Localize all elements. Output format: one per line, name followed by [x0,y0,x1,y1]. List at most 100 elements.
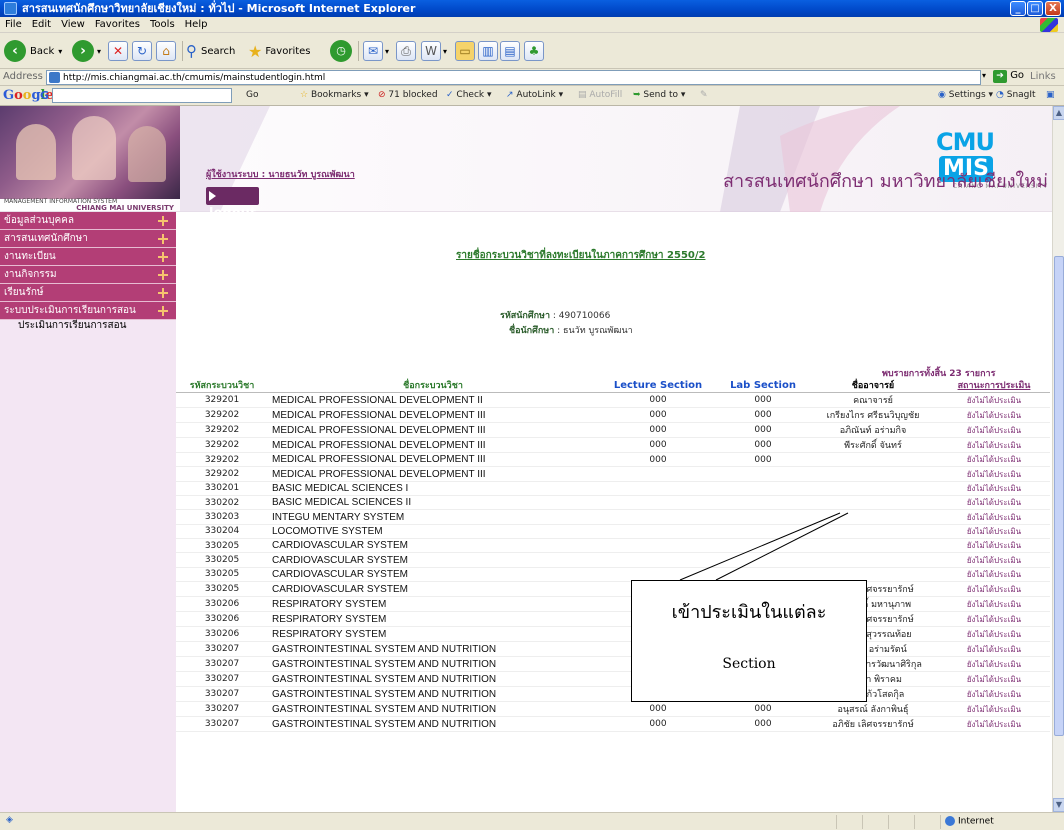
go-button[interactable]: ➔ Go [993,70,1024,83]
course-code-cell: 330206 [176,596,268,613]
scroll-down-icon[interactable]: ▼ [1053,798,1064,812]
popup-blocker-button[interactable]: ⊘ 71 blocked [378,90,438,100]
eval-status-link[interactable]: ยังไม่ได้ประเมิน [938,596,1050,613]
eval-status-link[interactable]: ยังไม่ได้ประเมิน [938,552,1050,568]
eval-status-link[interactable]: ยังไม่ได้ประเมิน [938,641,1050,658]
eval-status-link[interactable]: ยังไม่ได้ประเมิน [938,437,1050,453]
snagit-button[interactable]: ◔ SnagIt [996,90,1036,100]
folder-button[interactable]: ▭ [455,39,475,63]
forward-button[interactable]: › ▾ [72,39,101,63]
sidebar-item-personal[interactable]: ข้อมูลส่วนบุคคล [0,212,176,230]
eval-status-link[interactable]: ยังไม่ได้ประเมิน [938,716,1050,733]
eval-status-link[interactable]: ยังไม่ได้ประเมิน [938,407,1050,423]
capture-icon[interactable]: ▣ [1046,90,1055,100]
vertical-scrollbar[interactable]: ▲ ▼ [1052,106,1064,812]
table-row: 330207 GASTROINTESTINAL SYSTEM AND NUTRIT… [176,716,1050,733]
google-g-icon[interactable]: G [40,89,49,102]
google-bookmarks-button[interactable]: ☆ Bookmarks ▾ [300,90,369,100]
eval-status-link[interactable]: ยังไม่ได้ประเมิน [938,466,1050,482]
minimize-button[interactable]: _ [1010,1,1026,16]
maximize-button[interactable]: □ [1027,1,1043,16]
history-button[interactable]: ◷ [330,39,352,63]
lecture-section-cell: 000 [598,716,718,733]
autofill-button[interactable]: ▤ AutoFill [578,90,622,100]
eval-status-link[interactable]: ยังไม่ได้ประเมิน [938,538,1050,554]
back-button[interactable]: ‹ Back ▾ [4,39,62,63]
eval-status-link[interactable]: ยังไม่ได้ประเมิน [938,686,1050,703]
eval-status-link[interactable]: ยังไม่ได้ประเมิน [938,392,1050,408]
sidebar-item-activities[interactable]: งานกิจกรรม [0,266,176,284]
google-search-input[interactable] [52,88,232,103]
edit-button[interactable]: W ▾ [421,39,447,63]
eval-status-link[interactable]: ยังไม่ได้ประเมิน [938,495,1050,511]
chart-button[interactable]: ▥ [478,39,498,63]
course-name-cell: CARDIOVASCULAR SYSTEM [268,581,598,598]
sidebar-item-registration[interactable]: งานทะเบียน [0,248,176,266]
course-code-cell: 329202 [176,407,268,423]
lecture-section-cell [598,509,718,525]
course-table-body: 329201 MEDICAL PROFESSIONAL DEVELOPMENT I… [176,392,1050,733]
block-icon: ⊘ [378,90,386,100]
course-name-cell: GASTROINTESTINAL SYSTEM AND NUTRITION [268,671,598,688]
scroll-thumb[interactable] [1054,256,1064,736]
send-to-button[interactable]: ➥ Send to ▾ [633,90,685,100]
address-input[interactable] [46,70,981,85]
search-button[interactable]: ⚲ Search [186,39,235,63]
links-button[interactable]: Links [1030,71,1056,82]
stop-button[interactable]: ✕ [108,39,128,63]
course-name-cell: MEDICAL PROFESSIONAL DEVELOPMENT III [268,437,598,453]
teacher-cell: คณาจารย์ [808,392,938,408]
eval-status-link[interactable]: ยังไม่ได้ประเมิน [938,656,1050,673]
print-button[interactable]: ⎙ [396,39,416,63]
research-button[interactable]: ▤ [500,39,520,63]
messenger-button[interactable]: ♣ [524,39,544,63]
scroll-up-icon[interactable]: ▲ [1053,106,1064,120]
mail-button[interactable]: ✉ ▾ [363,39,389,63]
eval-status-link[interactable]: ยังไม่ได้ประเมิน [938,509,1050,525]
site-title: สารสนเทศนักศึกษา มหาวิทยาลัยเชียงใหม่ [723,171,1048,192]
user-name[interactable]: ผู้ใช้งานระบบ : นายธนวัท บูรณพัฒนา [206,167,355,181]
lecture-section-cell: 000 [598,452,718,468]
eval-status-link[interactable]: ยังไม่ได้ประเมิน [938,626,1050,643]
eval-status-link[interactable]: ยังไม่ได้ประเมิน [938,524,1050,540]
menu-help[interactable]: Help [180,17,213,33]
sidebar-item-student-info[interactable]: สารสนเทศนักศึกษา [0,230,176,248]
sidebar-subitem-evaluate[interactable]: ประเมินการเรียนการสอน [0,319,176,333]
menu-favorites[interactable]: Favorites [90,17,145,33]
close-button[interactable]: X [1045,1,1061,16]
eval-status-link[interactable]: ยังไม่ได้ประเมิน [938,581,1050,598]
lab-section-cell: 000 [718,701,808,718]
course-code-cell: 329202 [176,466,268,482]
spell-check-button[interactable]: ✓ Check ▾ [446,90,492,100]
menu-tools[interactable]: Tools [145,17,180,33]
menu-edit[interactable]: Edit [27,17,56,33]
eval-status-link[interactable]: ยังไม่ได้ประเมิน [938,452,1050,468]
logout-button[interactable]: logout [206,187,259,221]
callout-box: เข้าประเมินในแต่ละ Section [631,580,867,702]
menu-file[interactable]: File [0,17,27,33]
settings-button[interactable]: ◉ Settings ▾ [938,90,993,100]
eval-status-link[interactable]: ยังไม่ได้ประเมิน [938,611,1050,628]
menu-view[interactable]: View [56,17,90,33]
eval-status-link[interactable]: ยังไม่ได้ประเมิน [938,567,1050,583]
sidebar-item-learning[interactable]: เรียนรักษ์ [0,284,176,302]
autolink-button[interactable]: ↗ AutoLink ▾ [506,90,563,100]
student-photo [0,106,180,199]
sidebar-item-evaluation[interactable]: ระบบประเมินการเรียนการสอน [0,302,176,320]
table-row: 330206RESPIRATORY SYSTEM000000ปฏิพัทธ์ ส… [176,626,1050,643]
pencil-icon[interactable]: ✎ [700,90,708,100]
home-button[interactable]: ⌂ [156,39,176,63]
refresh-button[interactable]: ↻ [132,39,152,63]
eval-status-link[interactable]: ยังไม่ได้ประเมิน [938,422,1050,438]
eval-status-link[interactable]: ยังไม่ได้ประเมิน [938,701,1050,718]
eval-status-link[interactable]: ยังไม่ได้ประเมิน [938,481,1050,497]
google-go-button[interactable]: Go [246,90,258,100]
address-dropdown-icon[interactable]: ▾ [982,71,986,80]
course-name-cell: GASTROINTESTINAL SYSTEM AND NUTRITION [268,686,598,703]
eval-status-link[interactable]: ยังไม่ได้ประเมิน [938,671,1050,688]
lab-section-cell [718,481,808,497]
lecture-section-cell [598,495,718,511]
favorites-button[interactable]: ★ Favorites [248,39,311,63]
lab-section-cell [718,466,808,482]
course-code-cell: 330207 [176,671,268,688]
